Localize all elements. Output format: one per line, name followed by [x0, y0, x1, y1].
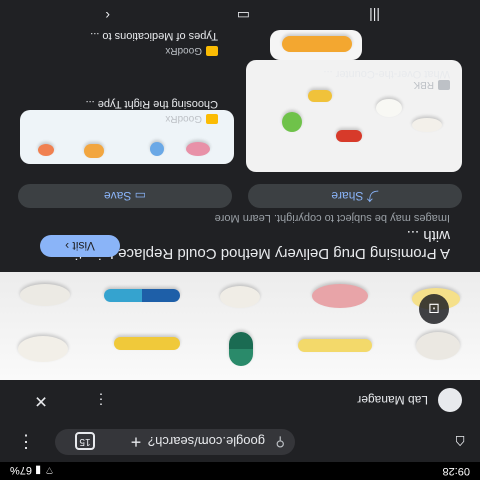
pill-image [38, 144, 54, 156]
capsule-image [84, 144, 104, 158]
visit-label: Visit [72, 239, 95, 253]
capsule-image [229, 332, 253, 366]
pill-image [186, 142, 210, 156]
screen: 09:28 ⌔ ▮ 67% ⌂ ⚲ google.com/search? + 1… [0, 0, 480, 480]
close-icon[interactable]: ✕ [27, 386, 55, 414]
home-icon[interactable]: ⌂ [446, 428, 474, 456]
main-result-image[interactable] [0, 272, 480, 380]
signal-icon: ▮ [35, 464, 42, 476]
new-tab-icon[interactable]: + [122, 428, 150, 456]
goodrx-icon [206, 113, 218, 124]
related-image-card[interactable] [270, 30, 362, 60]
pill-image [150, 142, 164, 156]
source-favicon [438, 388, 462, 412]
more-options-icon[interactable]: ⋮ [87, 386, 115, 414]
status-bar: 09:28 ⌔ ▮ 67% [0, 462, 480, 480]
home-nav-icon[interactable]: ▭ [237, 7, 250, 24]
tab-switcher-button[interactable]: 15 [75, 432, 95, 450]
related-source: GoodRx [165, 113, 218, 124]
battery-level: 67% [10, 464, 33, 476]
visit-button[interactable]: Visit › [40, 235, 120, 257]
pill-image [220, 286, 260, 308]
capsule-image [282, 36, 352, 52]
pill-image [312, 284, 368, 308]
pill-image [412, 118, 442, 132]
share-icon: ⤴ [363, 189, 379, 203]
lens-search-icon[interactable]: ⊡ [419, 294, 449, 324]
wifi-icon: ⌔ [44, 464, 55, 476]
copyright-notice: Images may be subject to copyright. Lear… [214, 212, 450, 224]
capsule-image [336, 130, 362, 142]
pill-image [18, 336, 68, 362]
save-button[interactable]: ▭ Save [18, 184, 232, 208]
site-settings-icon[interactable]: ⚲ [275, 434, 285, 450]
lens-header: Lab Manager ⋮ ✕ [0, 379, 480, 420]
status-time: 09:28 [442, 465, 470, 477]
capsule-image [298, 339, 372, 352]
rbk-icon [438, 79, 450, 90]
capsule-image [104, 289, 180, 302]
back-icon[interactable]: ‹ [105, 8, 110, 24]
pill-image [416, 332, 460, 360]
pill-image [20, 284, 70, 306]
capsule-image [308, 90, 332, 102]
navigation-bar: ||| ▭ ‹ [0, 0, 480, 30]
more-options-icon[interactable]: ⋮ [12, 428, 40, 456]
share-button[interactable]: ⤴ Share [248, 184, 462, 208]
capsule-image [114, 337, 180, 350]
related-source: RBK [413, 79, 450, 90]
bookmark-icon: ▭ [131, 189, 147, 203]
chevron-right-icon: › [65, 239, 70, 253]
status-right: ⌔ ▮ 67% [10, 463, 55, 477]
recents-icon[interactable]: ||| [369, 8, 380, 24]
url-text: google.com/search? [147, 434, 265, 449]
pill-image [376, 99, 402, 117]
related-title[interactable]: Types of Medications to ... [90, 30, 218, 42]
goodrx-icon [206, 45, 218, 56]
related-title[interactable]: Choosing the Right Type ... [86, 98, 219, 110]
related-source: GoodRx [165, 45, 218, 56]
source-title: Lab Manager [357, 393, 428, 407]
browser-toolbar: ⌂ ⚲ google.com/search? + 15 ⋮ [0, 422, 480, 462]
pill-image [282, 112, 302, 132]
